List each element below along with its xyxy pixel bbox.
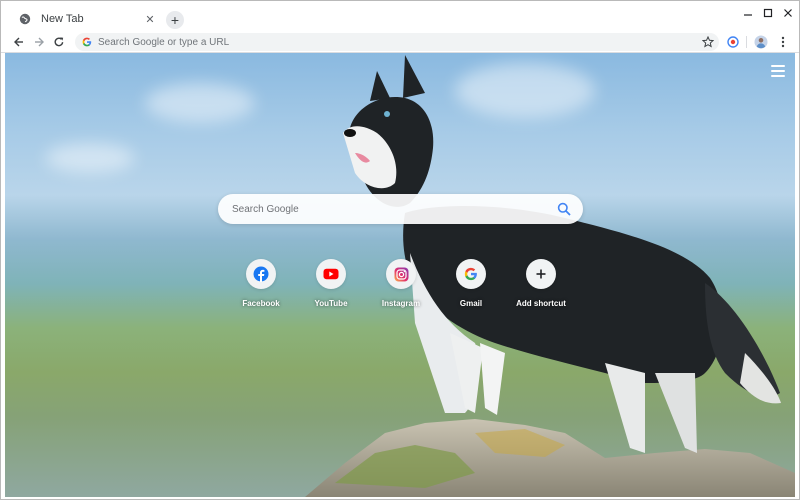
shortcut-gmail[interactable]: Gmail	[441, 259, 501, 308]
shortcut-icon-circle	[456, 259, 486, 289]
address-bar[interactable]	[75, 33, 719, 51]
globe-icon	[19, 13, 31, 25]
new-tab-page: Facebook YouTube	[5, 53, 795, 497]
search-box[interactable]	[218, 194, 583, 224]
shortcut-icon-circle	[526, 259, 556, 289]
shortcut-icon-circle	[246, 259, 276, 289]
kebab-menu-icon[interactable]	[775, 34, 791, 50]
shortcut-youtube[interactable]: YouTube	[301, 259, 361, 308]
shortcut-icon-circle	[316, 259, 346, 289]
plus-icon	[536, 269, 546, 279]
tab-close-icon[interactable]: ✕	[143, 12, 157, 26]
instagram-icon	[394, 267, 408, 281]
shortcut-label: Instagram	[381, 299, 421, 308]
shortcut-label: YouTube	[314, 299, 348, 308]
shortcut-icon-circle	[386, 259, 416, 289]
toolbar	[1, 31, 799, 53]
reload-icon[interactable]	[51, 34, 67, 50]
shortcut-label: Facebook	[242, 299, 280, 308]
avatar-icon[interactable]	[753, 34, 769, 50]
facebook-icon	[253, 266, 269, 282]
hamburger-menu-icon[interactable]	[771, 65, 785, 77]
search-input[interactable]	[232, 203, 542, 215]
star-icon[interactable]	[701, 35, 715, 49]
shortcut-facebook[interactable]: Facebook	[231, 259, 291, 308]
toolbar-divider	[746, 36, 747, 48]
search-icon[interactable]	[557, 202, 571, 216]
google-icon	[81, 37, 92, 48]
google-icon	[464, 267, 477, 281]
close-icon[interactable]	[776, 5, 799, 21]
tab-strip: New Tab ✕ +	[1, 1, 799, 31]
shortcut-instagram[interactable]: Instagram	[371, 259, 431, 308]
shortcut-tiles: Facebook YouTube Instagram Gmail Add sho…	[235, 259, 575, 319]
tab-title: New Tab	[41, 13, 84, 25]
record-icon[interactable]	[725, 34, 741, 50]
youtube-icon	[323, 268, 339, 280]
shortcut-label: Gmail	[459, 299, 483, 308]
shortcut-label: Add shortcut	[516, 299, 566, 308]
arrow-left-icon[interactable]	[11, 34, 27, 50]
address-input[interactable]	[98, 36, 678, 48]
arrow-right-icon[interactable]	[31, 34, 47, 50]
shortcut-add[interactable]: Add shortcut	[511, 259, 571, 308]
new-tab-button[interactable]: +	[166, 11, 184, 29]
tab-new-tab[interactable]: New Tab ✕	[9, 7, 163, 31]
browser-window: New Tab ✕ + Search Google or type a URL …	[0, 0, 800, 500]
